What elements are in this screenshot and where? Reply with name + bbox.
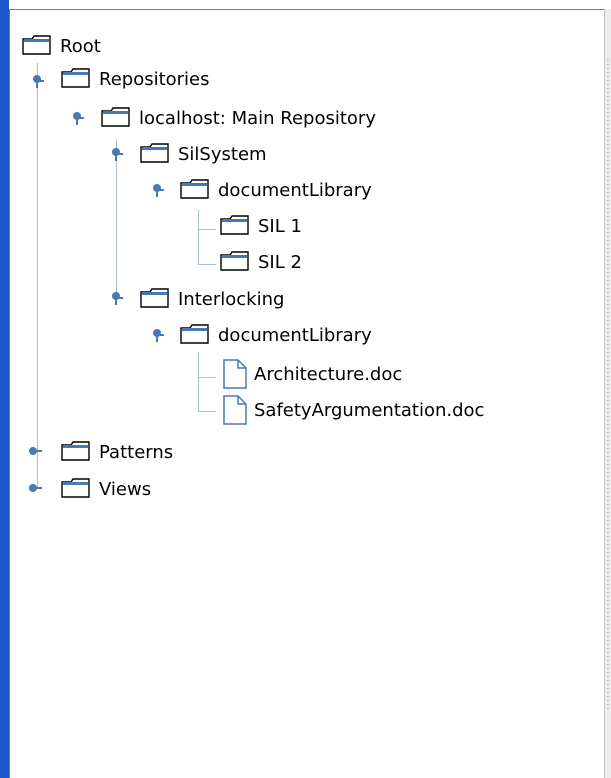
expanded-handle-icon[interactable] [150, 183, 164, 197]
repository-tree-panel[interactable]: Root Repositories localhost: Main Reposi… [9, 9, 604, 778]
tree-node-sil1[interactable]: SIL 1 [220, 212, 302, 240]
tree-node-architecture-doc[interactable]: Architecture.doc [222, 357, 402, 391]
tree-line [37, 63, 38, 489]
tree-node-label: localhost: Main Repository [139, 107, 376, 129]
folder-icon [140, 142, 172, 166]
tree-window: Root Repositories localhost: Main Reposi… [0, 0, 611, 778]
tree-line [198, 352, 199, 412]
window-top-border [9, 0, 611, 9]
folder-icon [180, 323, 212, 347]
collapsed-handle-icon[interactable] [28, 481, 42, 495]
tree-node-silsystem[interactable]: SilSystem [140, 140, 267, 168]
tree-node-localhost[interactable]: localhost: Main Repository [101, 104, 376, 132]
tree-node-interlocking[interactable]: Interlocking [140, 285, 284, 313]
folder-icon [220, 214, 252, 238]
tree-node-label: documentLibrary [218, 324, 372, 346]
tree-line [198, 411, 216, 412]
tree-line [198, 264, 216, 265]
tree-node-label: SafetyArgumentation.doc [254, 399, 485, 421]
expanded-handle-icon[interactable] [109, 147, 123, 161]
tree-line [198, 229, 216, 230]
tree-node-label: Views [99, 478, 152, 500]
tree-node-patterns[interactable]: Patterns [61, 438, 173, 466]
folder-icon [140, 287, 172, 311]
tree-node-label: Repositories [99, 68, 210, 90]
tree-node-label: documentLibrary [218, 179, 372, 201]
tree-node-sil2[interactable]: SIL 2 [220, 248, 302, 276]
tree-node-safetyargumentation-doc[interactable]: SafetyArgumentation.doc [222, 393, 484, 427]
folder-icon [61, 67, 93, 91]
tree-node-repositories[interactable]: Repositories [61, 65, 210, 93]
tree-node-interlocking-documentlibrary[interactable]: documentLibrary [180, 321, 372, 349]
collapsed-handle-icon[interactable] [28, 444, 42, 458]
folder-icon [61, 477, 93, 501]
expanded-handle-icon[interactable] [109, 291, 123, 305]
folder-icon [180, 178, 212, 202]
tree-node-views[interactable]: Views [61, 475, 151, 503]
tree-line [116, 139, 117, 299]
tree-node-label: Architecture.doc [254, 363, 403, 385]
folder-icon [61, 440, 93, 464]
document-icon [222, 395, 248, 425]
tree-node-label: SilSystem [178, 143, 267, 165]
tree-node-label: Interlocking [178, 288, 285, 310]
folder-icon [101, 106, 133, 130]
tree-node-root[interactable]: Root [22, 32, 101, 60]
tree-node-label: Patterns [99, 441, 174, 463]
tree-line [198, 377, 216, 378]
expanded-handle-icon[interactable] [30, 74, 44, 88]
document-icon [222, 359, 248, 389]
tree-line [198, 210, 199, 265]
tree-node-silsystem-documentlibrary[interactable]: documentLibrary [180, 176, 372, 204]
folder-icon [22, 34, 54, 58]
tree-node-label: Root [60, 35, 101, 57]
expanded-handle-icon[interactable] [70, 111, 84, 125]
tree-node-label: SIL 2 [258, 251, 302, 273]
window-left-edge [0, 0, 9, 778]
folder-icon [220, 250, 252, 274]
tree-node-label: SIL 1 [258, 215, 302, 237]
splitter-grip [607, 60, 609, 710]
expanded-handle-icon[interactable] [150, 328, 164, 342]
